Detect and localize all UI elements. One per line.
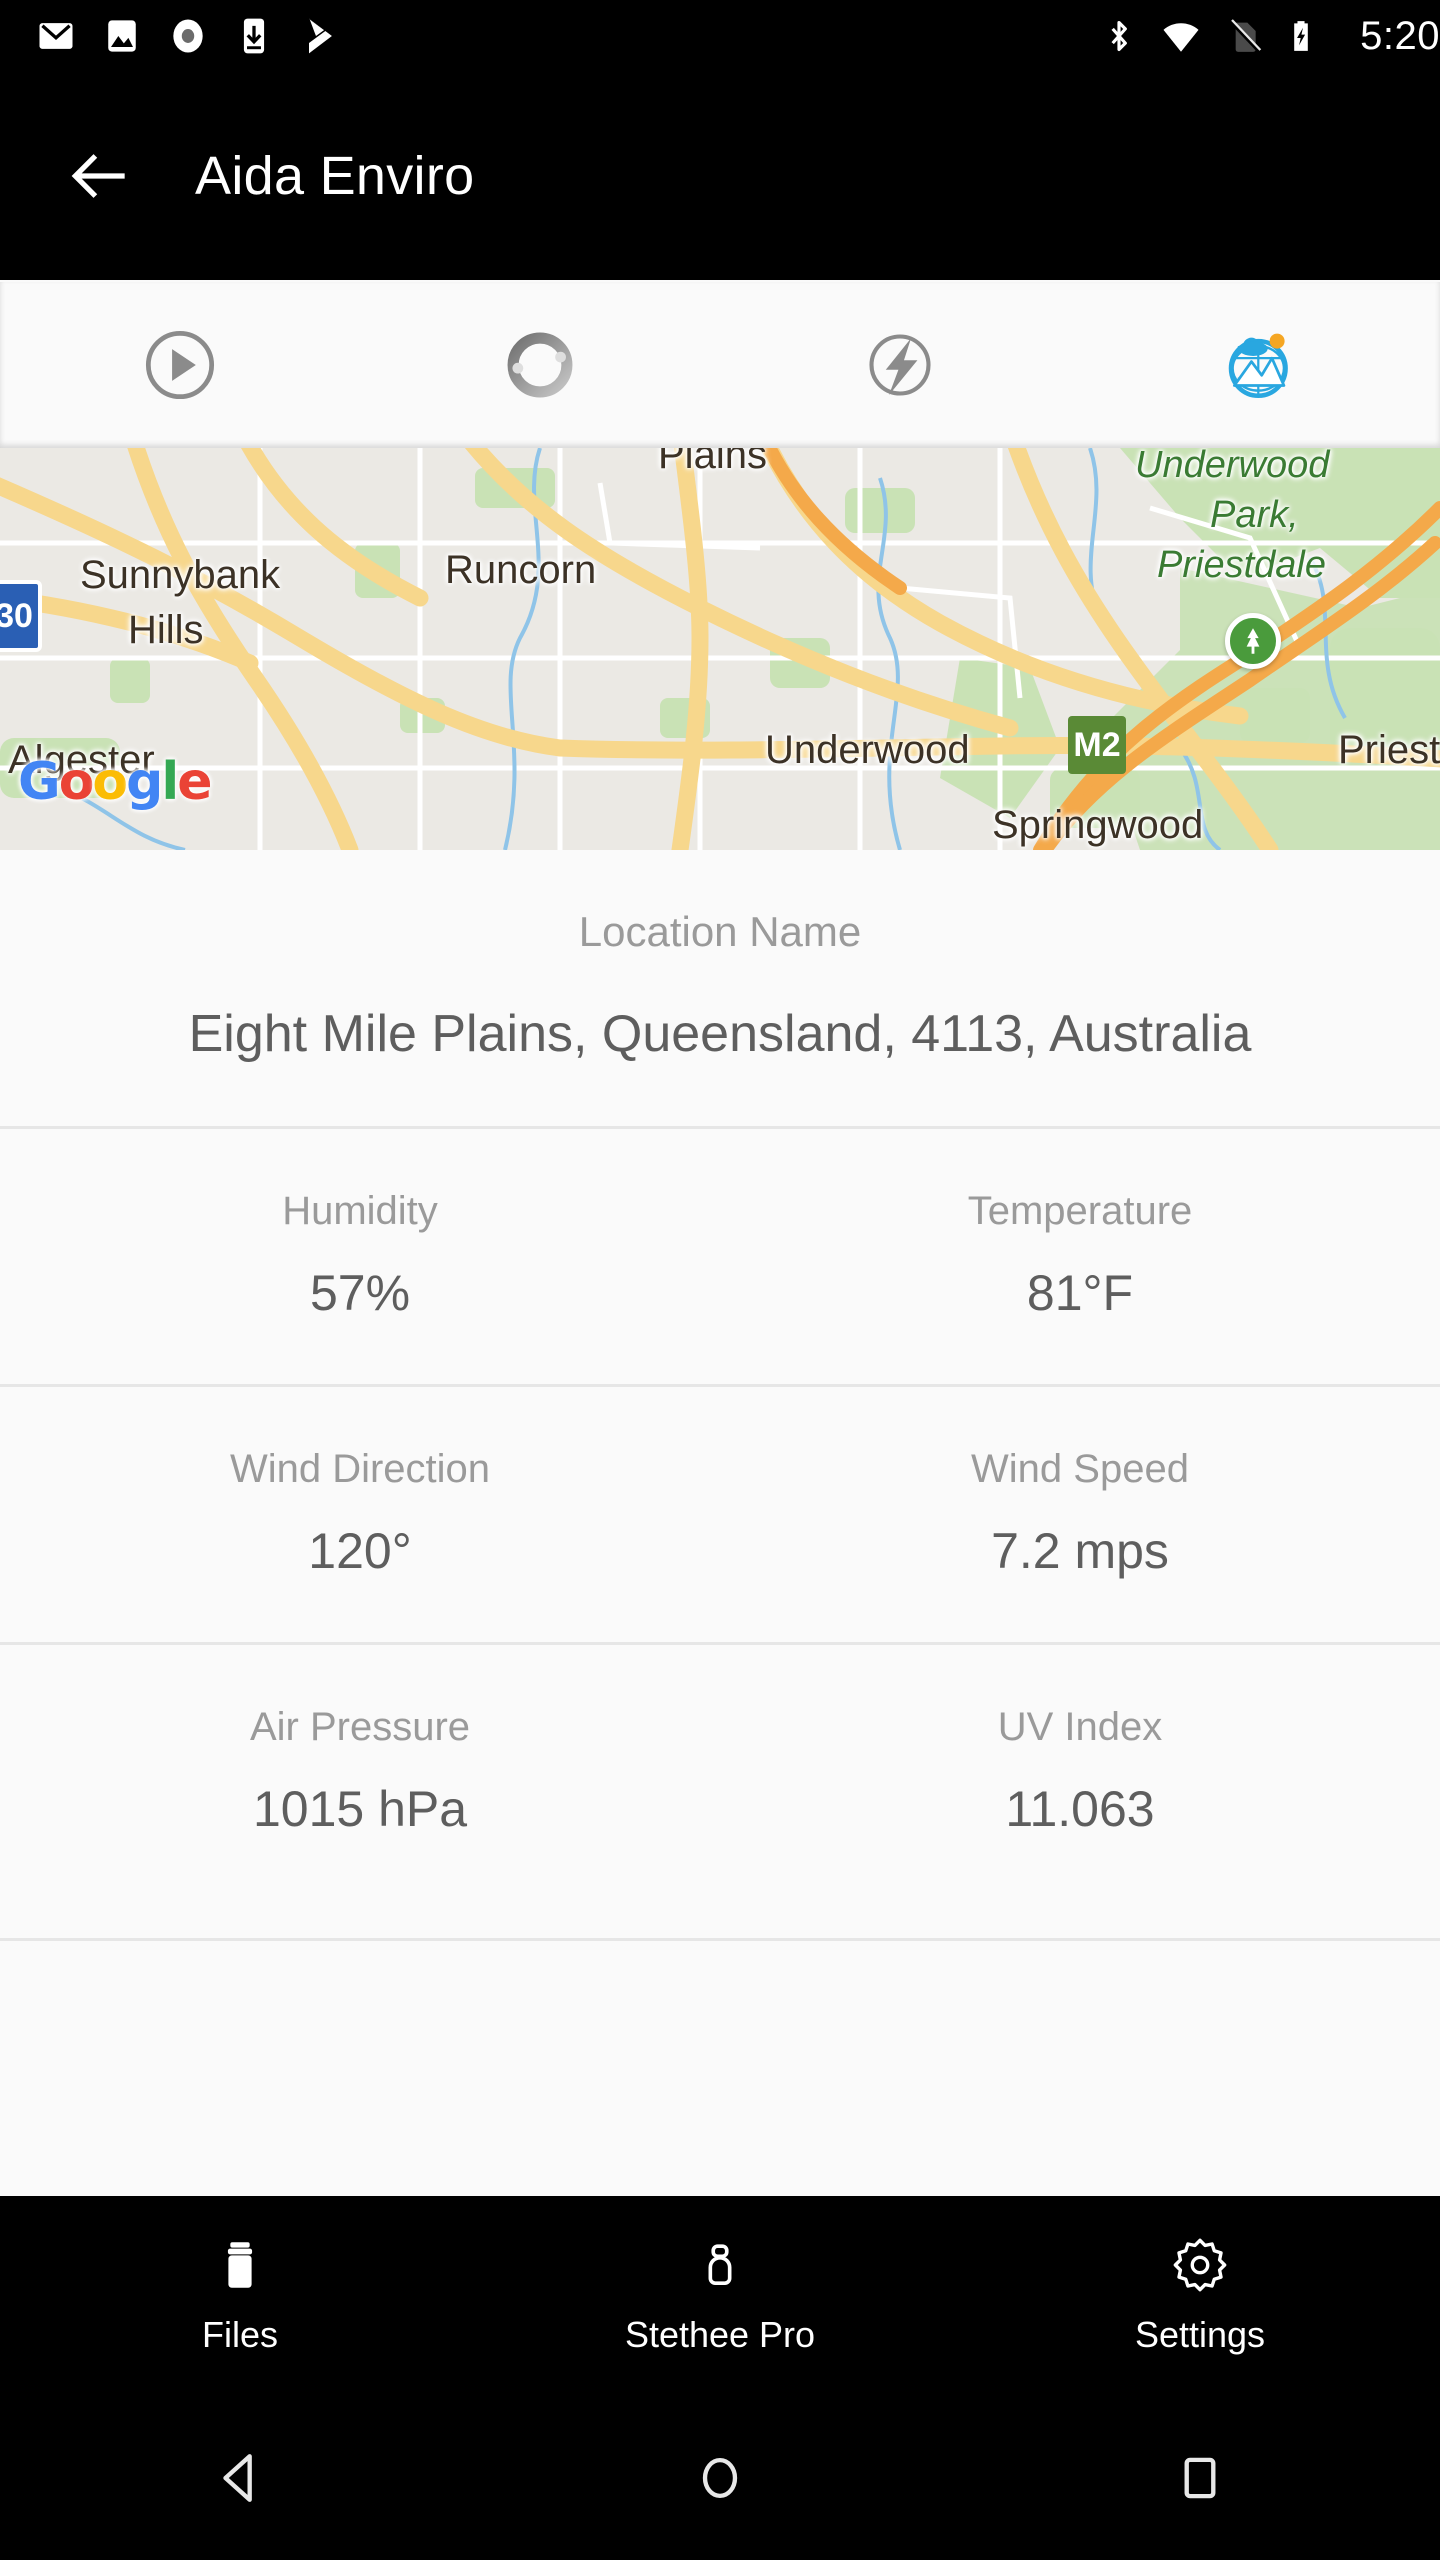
metric-wind-direction: Wind Direction 120° [0,1447,720,1580]
tab-sync[interactable] [360,282,720,448]
environment-data-panel: Location Name Eight Mile Plains, Queensl… [0,850,1440,1941]
metric-wind-speed: Wind Speed 7.2 mps [720,1447,1440,1580]
bottom-navigation: Files Stethee Pro Settings [0,2196,1440,2396]
gear-icon [1173,2238,1227,2292]
metrics-row-1: Humidity 57% Temperature 81°F [0,1129,1440,1384]
metric-value: 120° [308,1523,412,1579]
park-tree-marker[interactable] [1225,613,1281,669]
tab-environment[interactable] [1080,282,1440,448]
page-title: Aida Enviro [195,146,475,206]
metric-value: 57% [309,1265,411,1321]
bottom-nav-label: Stethee Pro [624,2314,816,2355]
content-spacer [0,1900,1440,1938]
metric-air-pressure: Air Pressure 1015 hPa [0,1705,720,1838]
battery-charging-icon [1294,21,1308,51]
metric-label: Air Pressure [249,1705,471,1749]
google-logo: Google [18,752,213,812]
clock: 5:20 [1360,13,1440,58]
tab-bolt[interactable] [720,282,1080,448]
metric-label: UV Index [997,1705,1163,1749]
metric-label: Wind Speed [971,1447,1189,1491]
photos-icon [108,20,136,52]
bottom-nav-item-stethee-pro[interactable]: Stethee Pro [480,2236,960,2356]
status-bar: 5:20 [0,0,1440,72]
metric-label: Humidity [282,1189,438,1233]
bolt-circle-icon [869,334,931,396]
bottom-nav-item-files[interactable]: Files [0,2236,480,2356]
location-label: Location Name [578,908,862,955]
map-label-sunnybank-hills-2: Hills [128,608,204,652]
bluetooth-icon [1111,20,1128,52]
map-label-springwood: Springwood [992,803,1204,847]
map-shield-m2: M2 [1068,716,1126,774]
metric-value: 1015 hPa [252,1781,468,1837]
location-value: Eight Mile Plains, Queensland, 4113, Aus… [188,1005,1252,1063]
nav-back-icon [223,2454,252,2502]
play-circle-icon [145,330,215,400]
map-view[interactable]: Sunnybank Hills Runcorn Algester Plains … [0,448,1440,850]
location-block: Location Name Eight Mile Plains, Queensl… [0,850,1440,1126]
metric-value: 81°F [1026,1265,1134,1321]
tab-play[interactable] [0,282,360,448]
map-label-priestdale: Priestdale [1157,544,1326,586]
metric-humidity: Humidity 57% [0,1189,720,1322]
metric-value: 11.063 [1005,1781,1155,1837]
metric-temperature: Temperature 81°F [720,1189,1440,1322]
sync-circle-icon [507,332,573,398]
nav-home-icon [702,2457,738,2499]
divider [0,1938,1440,1941]
android-back-button[interactable] [0,2449,480,2507]
bottom-nav-item-settings[interactable]: Settings [960,2236,1440,2356]
record-icon [173,19,203,53]
android-recents-button[interactable] [960,2449,1440,2507]
tab-bar [0,282,1440,448]
gmail-icon [39,23,73,49]
map-label-plains: Plains [658,448,767,477]
app-screen: 5:20 Aida Enviro Sunnybank Hills Runcorn… [0,0,1440,2560]
metrics-row-3: Air Pressure 1015 hPa UV Index 11.063 [0,1645,1440,1900]
status-bar-notification-icons [0,14,1100,58]
files-icon [227,2242,253,2288]
back-arrow-icon [71,154,125,198]
metrics-row-2: Wind Direction 120° Wind Speed 7.2 mps [0,1387,1440,1642]
bottom-nav-label: Files [201,2314,278,2355]
status-bar-system-icons [1100,14,1346,58]
metric-label: Temperature [967,1189,1193,1233]
back-button[interactable] [40,116,160,236]
app-bar: Aida Enviro [0,72,1440,280]
bottom-nav-label: Settings [1134,2314,1266,2355]
environment-globe-icon [1228,333,1288,398]
map-label-underwood-park-2: Park, [1210,494,1299,536]
stethee-device-icon [708,2244,732,2285]
metric-value: 7.2 mps [991,1523,1169,1579]
map-label-sunnybank-hills: Sunnybank [80,553,281,597]
play-store-icon [309,18,332,54]
map-label-priest: Priest [1338,728,1440,772]
map-label-runcorn: Runcorn [445,548,597,592]
map-label-underwood: Underwood [765,728,970,772]
park-tree-icon [1246,628,1260,654]
android-navigation-bar [0,2396,1440,2560]
nav-recents-icon [1184,2457,1216,2499]
map-label-underwood-park: Underwood [1135,448,1330,486]
metric-uv-index: UV Index 11.063 [720,1705,1440,1838]
android-home-button[interactable] [480,2449,960,2507]
map-shield-route-30: 30 [0,580,42,652]
wifi-icon [1163,23,1199,52]
download-to-phone-icon [243,18,265,54]
metric-label: Wind Direction [229,1447,491,1491]
no-sim-icon [1229,19,1262,53]
